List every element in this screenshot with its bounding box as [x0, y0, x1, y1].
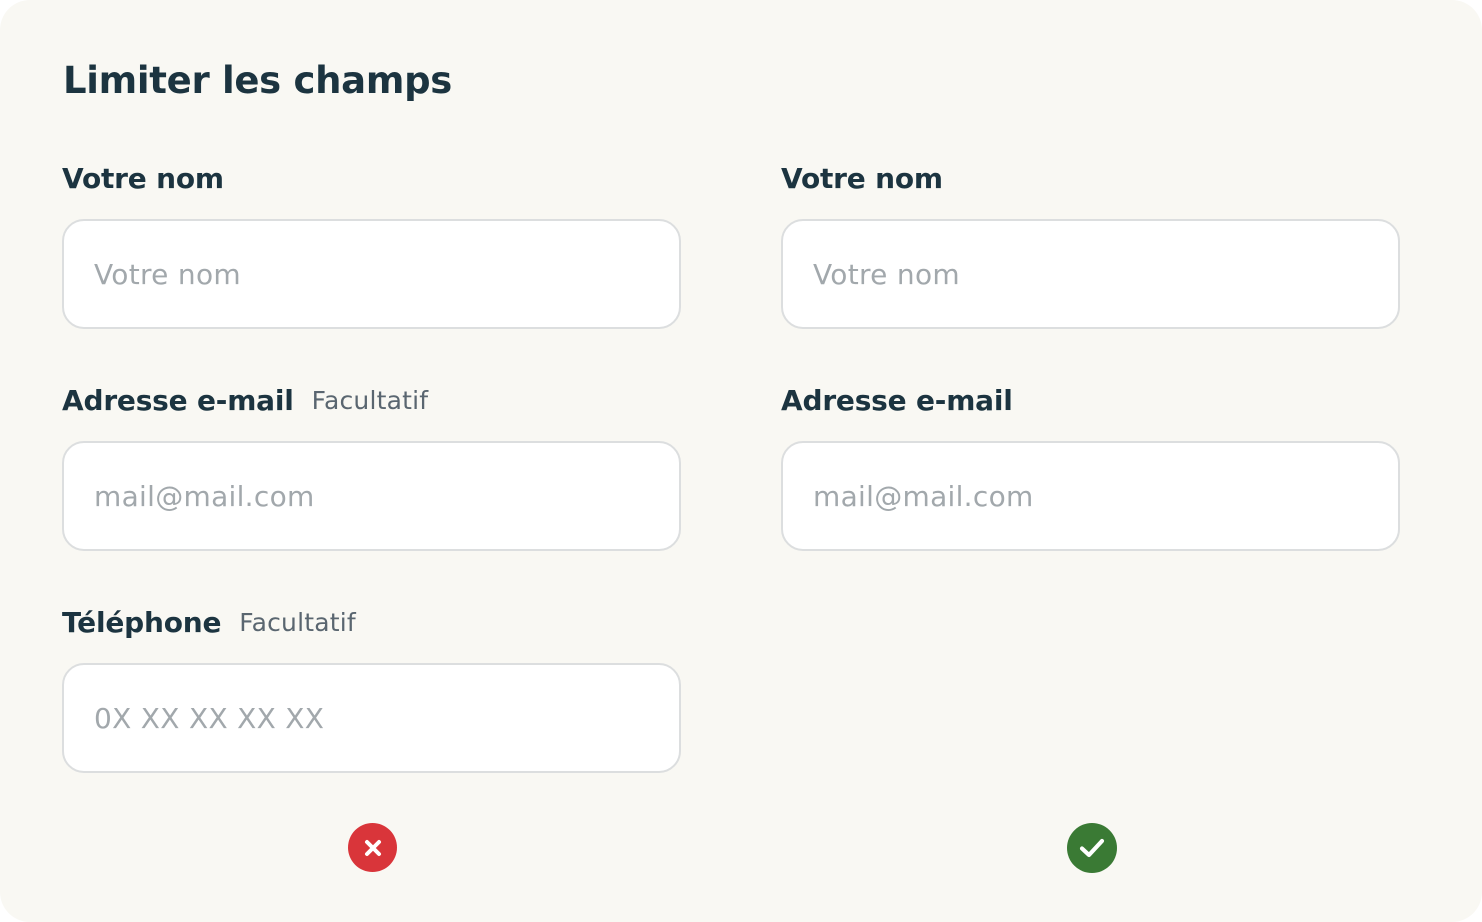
- name-input[interactable]: [781, 219, 1400, 329]
- bad-status-badge: [348, 823, 397, 872]
- phone-input[interactable]: [62, 663, 681, 773]
- phone-label: Téléphone: [62, 605, 222, 639]
- email-optional-tag: Facultatif: [311, 385, 429, 415]
- cross-icon: [364, 839, 381, 856]
- email-field: Adresse e-mail: [781, 376, 1400, 598]
- email-input[interactable]: [781, 441, 1400, 551]
- email-label: Adresse e-mail: [62, 383, 294, 417]
- email-input[interactable]: [62, 441, 681, 551]
- name-field: Votre nom: [62, 154, 681, 376]
- email-label-row: Adresse e-mail Facultatif: [62, 376, 681, 424]
- email-label: Adresse e-mail: [781, 383, 1013, 417]
- good-example-form: Votre nom Adresse e-mail: [781, 154, 1400, 598]
- bad-example-form: Votre nom Adresse e-mail Facultatif Télé…: [62, 154, 681, 820]
- email-label-row: Adresse e-mail: [781, 376, 1400, 424]
- name-label-row: Votre nom: [62, 154, 681, 202]
- name-input[interactable]: [62, 219, 681, 329]
- name-label: Votre nom: [781, 161, 943, 195]
- name-field: Votre nom: [781, 154, 1400, 376]
- phone-field: Téléphone Facultatif: [62, 598, 681, 820]
- phone-optional-tag: Facultatif: [239, 607, 356, 637]
- check-icon: [1079, 838, 1105, 858]
- phone-label-row: Téléphone Facultatif: [62, 598, 681, 646]
- good-status-badge: [1067, 823, 1117, 873]
- name-label-row: Votre nom: [781, 154, 1400, 202]
- email-field: Adresse e-mail Facultatif: [62, 376, 681, 598]
- page-title: Limiter les champs: [63, 59, 452, 102]
- name-label: Votre nom: [62, 161, 224, 195]
- comparison-card: Limiter les champs Votre nom Adresse e-m…: [0, 0, 1482, 922]
